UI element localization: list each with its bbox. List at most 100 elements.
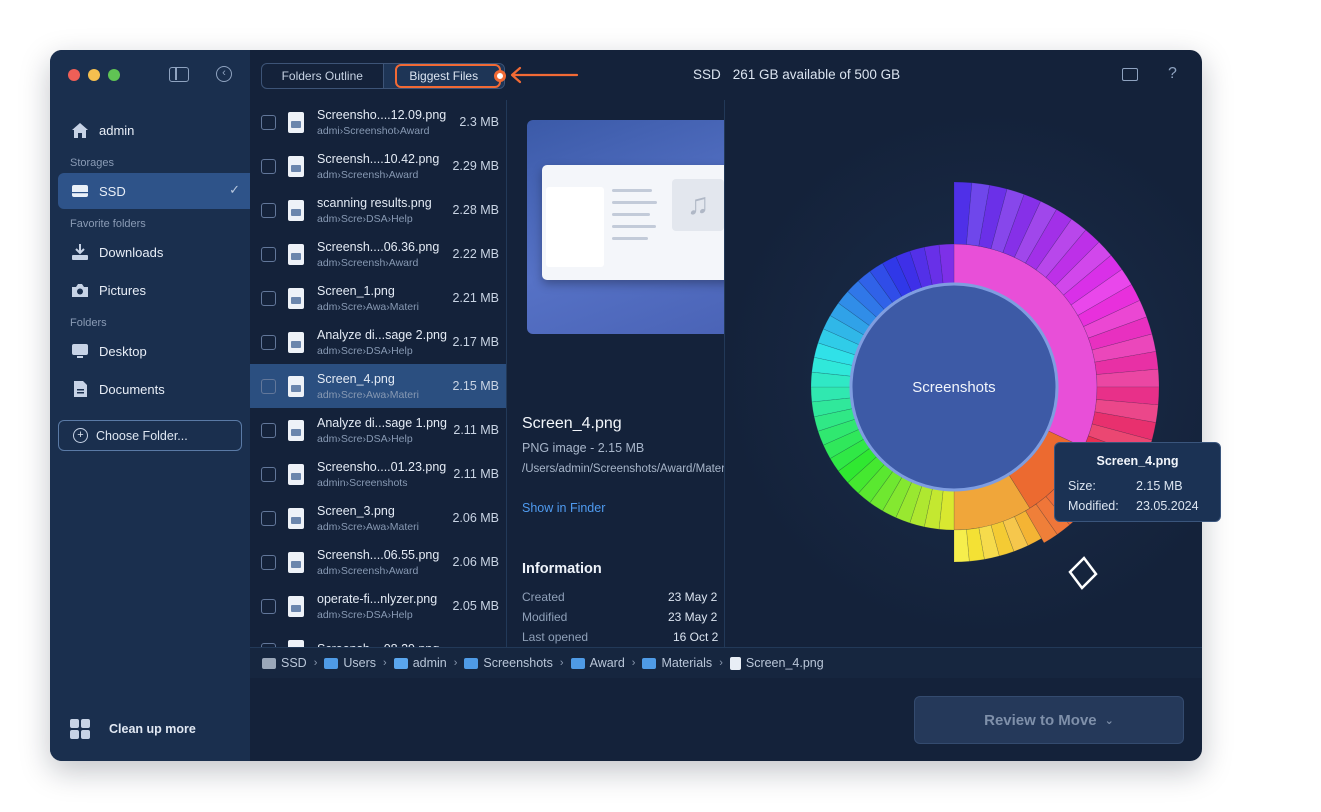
file-checkbox[interactable]	[261, 466, 276, 482]
highlight-frame	[395, 64, 501, 88]
details-path: /Users/admin/Screenshots/Award/Materials…	[522, 463, 725, 475]
sidebar-toggle-icon[interactable]	[169, 67, 189, 82]
tooltip-modified-row: Modified: 23.05.2024	[1068, 499, 1199, 513]
sidebar-item-label: Desktop	[99, 343, 147, 359]
tab-folders-outline[interactable]: Folders Outline	[262, 64, 384, 88]
section-folders: Folders	[70, 317, 107, 329]
file-text: Screensho....12.09.png admi›Screenshot›Aw…	[317, 108, 450, 137]
file-text: Screensho....01.23.png admin›Screenshots	[317, 460, 450, 489]
file-row[interactable]: Analyze di...sage 2.png adm›Scre›DSA›Help…	[250, 320, 506, 364]
modified-row: Modified 23 May 2	[522, 610, 724, 624]
breadcrumb-label: Award	[589, 656, 625, 670]
file-checkbox[interactable]	[261, 114, 276, 130]
file-name: Screensho....12.09.png	[317, 107, 447, 122]
file-checkbox[interactable]	[261, 158, 276, 174]
image-file-icon	[288, 199, 304, 221]
sidebar-item-user[interactable]: admin	[58, 112, 250, 148]
file-row[interactable]: Screensh....06.55.png adm›Screensh›Award 2…	[250, 540, 506, 584]
sidebar-item-documents[interactable]: Documents	[58, 371, 250, 407]
last-opened-value: 16 Oct 2	[673, 630, 719, 644]
file-size: 2.28 MB	[452, 203, 499, 217]
file-row[interactable]: Analyze di...sage 1.png adm›Scre›DSA›Help…	[250, 408, 506, 452]
file-checkbox[interactable]	[261, 378, 276, 394]
tooltip-modified-label: Modified:	[1068, 499, 1119, 513]
file-row[interactable]: Screensh....08.29.png	[250, 628, 506, 647]
file-name: Screensh....10.42.png	[317, 151, 440, 166]
section-storages: Storages	[70, 157, 115, 169]
file-text: Analyze di...sage 1.png adm›Scre›DSA›Help	[317, 416, 450, 445]
file-path: adm›Scre›DSA›Help	[317, 212, 413, 225]
sunburst-chart[interactable]: Screenshots	[726, 100, 1202, 647]
file-text: Screensh....10.42.png adm›Screensh›Award	[317, 152, 450, 181]
file-name: Screen_4.png	[317, 371, 395, 386]
breadcrumb-item[interactable]: Materials	[642, 656, 712, 670]
file-checkbox[interactable]	[261, 290, 276, 306]
breadcrumb-separator: ›	[453, 657, 458, 669]
details-panel: ♫ Screen_4.png PNG image - 2.15 MB /User…	[508, 100, 725, 647]
help-icon[interactable]: ?	[1168, 65, 1177, 83]
file-checkbox[interactable]	[261, 202, 276, 218]
image-file-icon	[288, 287, 304, 309]
show-in-finder-link[interactable]: Show in Finder	[522, 501, 605, 515]
review-label: Review to Move	[984, 711, 1097, 729]
file-row[interactable]: Screen_1.png adm›Scre›Awa›Materi 2.21 MB	[250, 276, 506, 320]
file-row[interactable]: Screensho....12.09.png admi›Screenshot›Aw…	[250, 100, 506, 144]
choose-folder-button[interactable]: + Choose Folder...	[58, 420, 242, 451]
breadcrumb-item[interactable]: Screen_4.png	[729, 656, 824, 670]
review-to-move-button[interactable]: Review to Move ⌄	[914, 696, 1184, 744]
apps-grid-icon	[70, 719, 90, 739]
breadcrumb-label: Materials	[661, 656, 713, 670]
file-row[interactable]: Screen_3.png adm›Scre›Awa›Materi 2.06 MB	[250, 496, 506, 540]
breadcrumb-separator: ›	[559, 657, 564, 669]
breadcrumb-separator: ›	[719, 657, 723, 669]
file-row[interactable]: operate-fi...nlyzer.png adm›Scre›DSA›Help…	[250, 584, 506, 628]
file-checkbox[interactable]	[261, 422, 276, 438]
file-name: scanning results.png	[317, 195, 432, 210]
sidebar-item-downloads[interactable]: Downloads	[58, 234, 250, 270]
home-icon	[70, 120, 90, 140]
zoom-window-button[interactable]	[108, 69, 120, 81]
file-row[interactable]: Screensh....10.42.png adm›Screensh›Award 2…	[250, 144, 506, 188]
file-row[interactable]: Screen_4.png adm›Scre›Awa›Materi 2.15 MB	[250, 364, 506, 408]
feedback-icon[interactable]	[1122, 68, 1138, 81]
sidebar-item-label: admin	[99, 122, 135, 138]
image-file-icon	[288, 507, 304, 529]
back-icon[interactable]: ‹	[216, 66, 232, 82]
file-row[interactable]: scanning results.png adm›Scre›DSA›Help 2.2…	[250, 188, 506, 232]
sidebar-item-desktop[interactable]: Desktop	[58, 333, 250, 369]
file-text: Screen_3.png adm›Scre›Awa›Materi	[317, 504, 450, 533]
breadcrumb-item[interactable]: Award	[570, 656, 625, 670]
file-checkbox[interactable]	[261, 334, 276, 350]
breadcrumb-item[interactable]: SSD	[262, 656, 307, 670]
sidebar-item-pictures[interactable]: Pictures	[58, 272, 250, 308]
file-checkbox[interactable]	[261, 554, 276, 570]
file-size: 2.11 MB	[453, 423, 499, 437]
breadcrumb-item[interactable]: Users	[324, 656, 376, 670]
created-label: Created	[522, 590, 565, 604]
folder-icon	[464, 657, 479, 669]
file-checkbox[interactable]	[261, 598, 276, 614]
breadcrumb-item[interactable]: Screenshots	[464, 656, 553, 670]
preview-thumbnail: ♫	[542, 165, 724, 280]
chart-segment[interactable]	[953, 529, 970, 563]
sidebar-item-label: Documents	[99, 381, 165, 397]
file-checkbox[interactable]	[261, 246, 276, 262]
file-row[interactable]: Screensho....01.23.png admin›Screenshots 2…	[250, 452, 506, 496]
breadcrumb: SSD › Users › admin › Screenshots › Award › Materi…	[250, 647, 1202, 678]
file-list: Screensho....12.09.png admi›Screenshot›Aw…	[250, 100, 507, 647]
file-checkbox[interactable]	[261, 510, 276, 526]
minimize-window-button[interactable]	[88, 69, 100, 81]
document-icon	[70, 379, 90, 399]
folder-icon	[324, 657, 339, 669]
file-size: 2.06 MB	[452, 555, 499, 569]
file-size: 2.05 MB	[452, 599, 499, 613]
file-size: 2.21 MB	[452, 291, 499, 305]
sidebar-item-ssd[interactable]: SSD ✓	[58, 173, 250, 209]
close-window-button[interactable]	[68, 69, 80, 81]
file-path: adm›Screensh›Award	[317, 168, 419, 181]
sidebar-item-label: SSD	[99, 183, 126, 199]
file-row[interactable]: Screensh....06.36.png adm›Screensh›Award 2…	[250, 232, 506, 276]
breadcrumb-item[interactable]: admin	[393, 656, 447, 670]
file-path: adm›Scre›Awa›Materi	[317, 388, 419, 401]
clean-up-more-button[interactable]: Clean up more	[70, 719, 196, 739]
